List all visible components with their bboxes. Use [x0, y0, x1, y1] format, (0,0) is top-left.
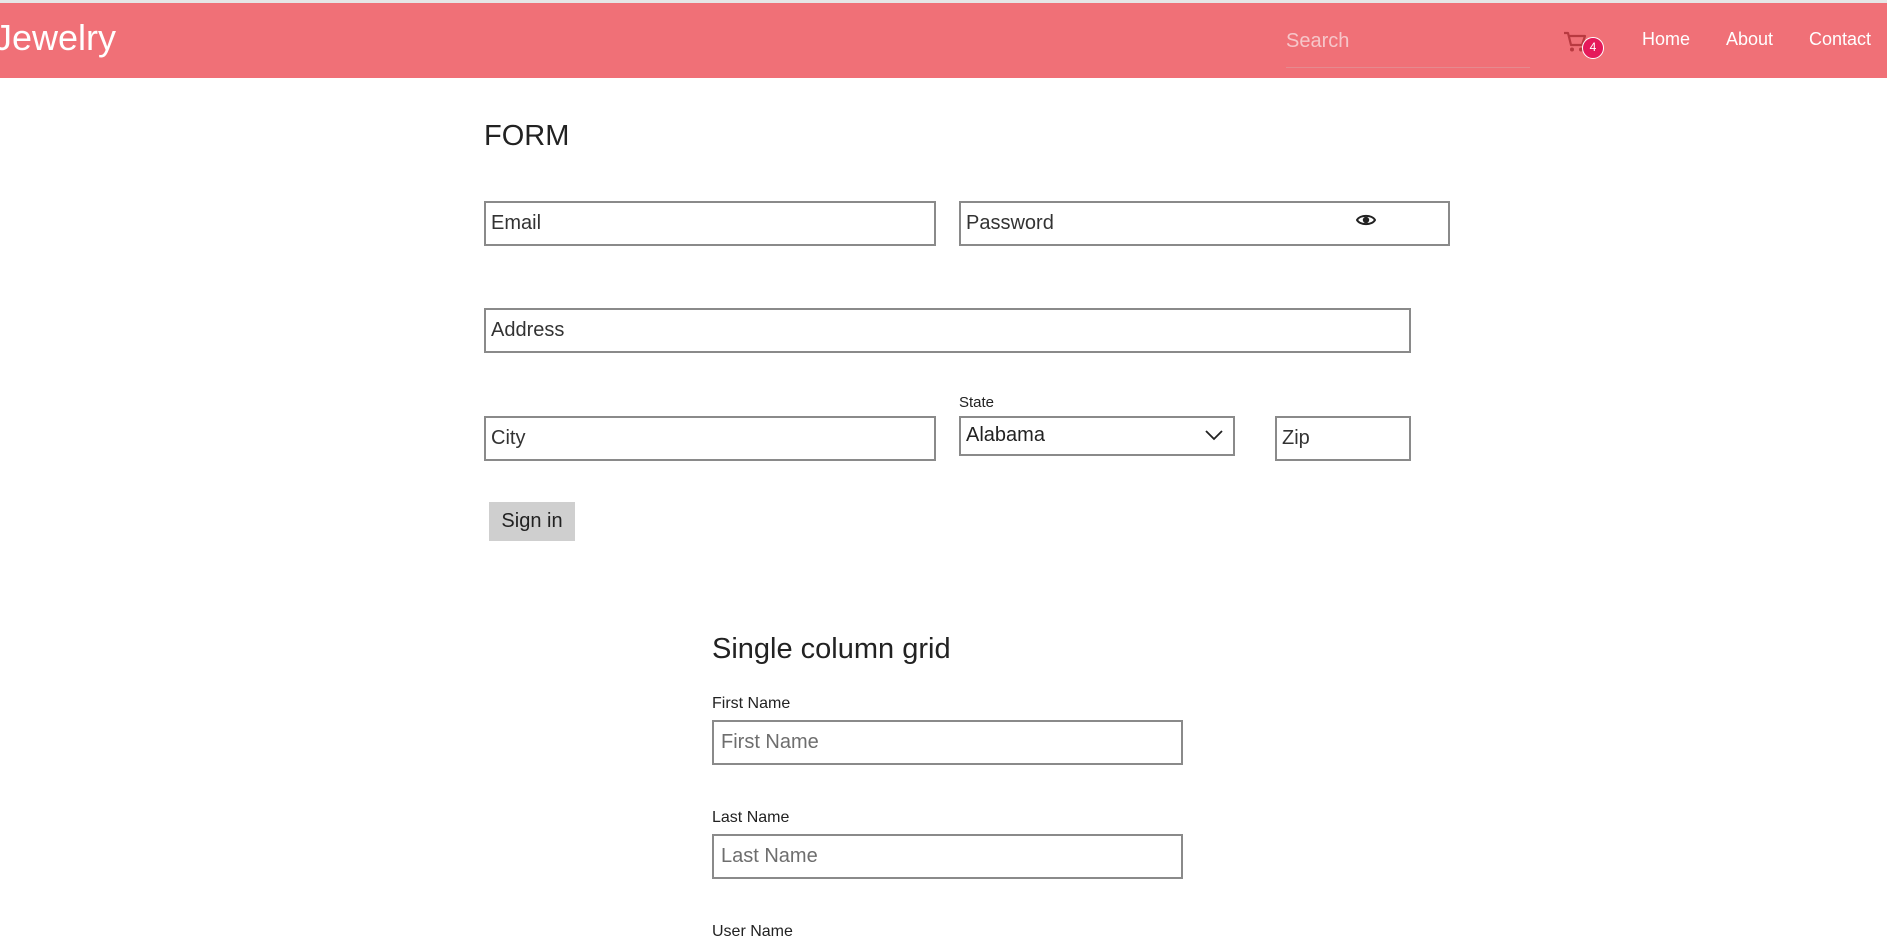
grid-title: Single column grid: [712, 633, 951, 665]
last-name-label: Last Name: [712, 809, 790, 826]
search-input[interactable]: [1286, 23, 1530, 59]
password-field: [959, 201, 1450, 246]
first-name-input[interactable]: [721, 722, 1178, 763]
eye-icon[interactable]: [1356, 213, 1376, 227]
zip-input[interactable]: [1282, 418, 1404, 459]
email-input[interactable]: [491, 203, 929, 244]
city-field: [484, 416, 936, 461]
nav-contact[interactable]: Contact: [1809, 29, 1871, 50]
state-select[interactable]: Alabama: [959, 416, 1235, 456]
city-input[interactable]: [491, 418, 929, 459]
address-input[interactable]: [491, 310, 1404, 351]
address-field: [484, 308, 1411, 353]
email-field: [484, 201, 936, 246]
cart-button[interactable]: 4: [1561, 27, 1605, 63]
cart-count-badge: 4: [1582, 37, 1604, 59]
zip-field: [1275, 416, 1411, 461]
last-name-input[interactable]: [721, 836, 1178, 877]
nav-home[interactable]: Home: [1642, 29, 1690, 50]
first-name-field: [712, 720, 1183, 765]
sign-in-button[interactable]: Sign in: [489, 502, 575, 541]
first-name-label: First Name: [712, 695, 791, 712]
chevron-down-icon: [1205, 430, 1223, 441]
user-name-label: User Name: [712, 923, 793, 940]
state-label: State: [959, 394, 995, 411]
search-bar: [1286, 23, 1530, 68]
navbar: Jewelry 4 Home About Contact: [0, 3, 1887, 78]
nav-about[interactable]: About: [1726, 29, 1773, 50]
form-title: FORM: [484, 120, 570, 152]
last-name-field: [712, 834, 1183, 879]
state-selected-value: Alabama: [966, 424, 1045, 446]
brand-logo[interactable]: Jewelry: [0, 17, 116, 59]
